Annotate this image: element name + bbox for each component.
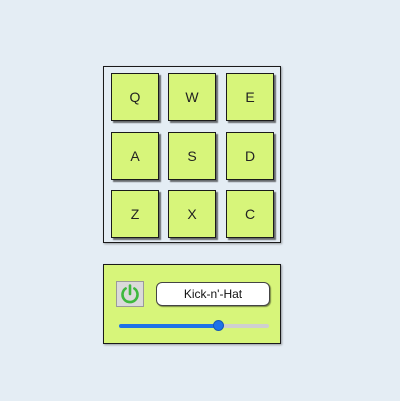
volume-slider-empty-track bbox=[218, 324, 269, 328]
volume-slider-thumb[interactable] bbox=[213, 320, 224, 331]
drum-pad-panel: Q W E A S D Z X C bbox=[103, 66, 281, 243]
drum-pad-x[interactable]: X bbox=[168, 190, 216, 238]
sound-name-display: Kick-n'-Hat bbox=[156, 282, 270, 306]
volume-slider[interactable] bbox=[119, 320, 269, 332]
drum-pad-q[interactable]: Q bbox=[111, 73, 159, 121]
power-button[interactable] bbox=[116, 281, 144, 307]
drum-pad-c[interactable]: C bbox=[226, 190, 274, 238]
power-icon bbox=[119, 283, 141, 305]
control-panel: Kick-n'-Hat bbox=[103, 264, 281, 344]
drum-pad-a[interactable]: A bbox=[111, 132, 159, 180]
drum-pad-s[interactable]: S bbox=[168, 132, 216, 180]
drum-pad-w[interactable]: W bbox=[168, 73, 216, 121]
volume-slider-filled-track bbox=[119, 324, 218, 328]
drum-pad-z[interactable]: Z bbox=[111, 190, 159, 238]
drum-pad-e[interactable]: E bbox=[226, 73, 274, 121]
drum-pad-d[interactable]: D bbox=[226, 132, 274, 180]
